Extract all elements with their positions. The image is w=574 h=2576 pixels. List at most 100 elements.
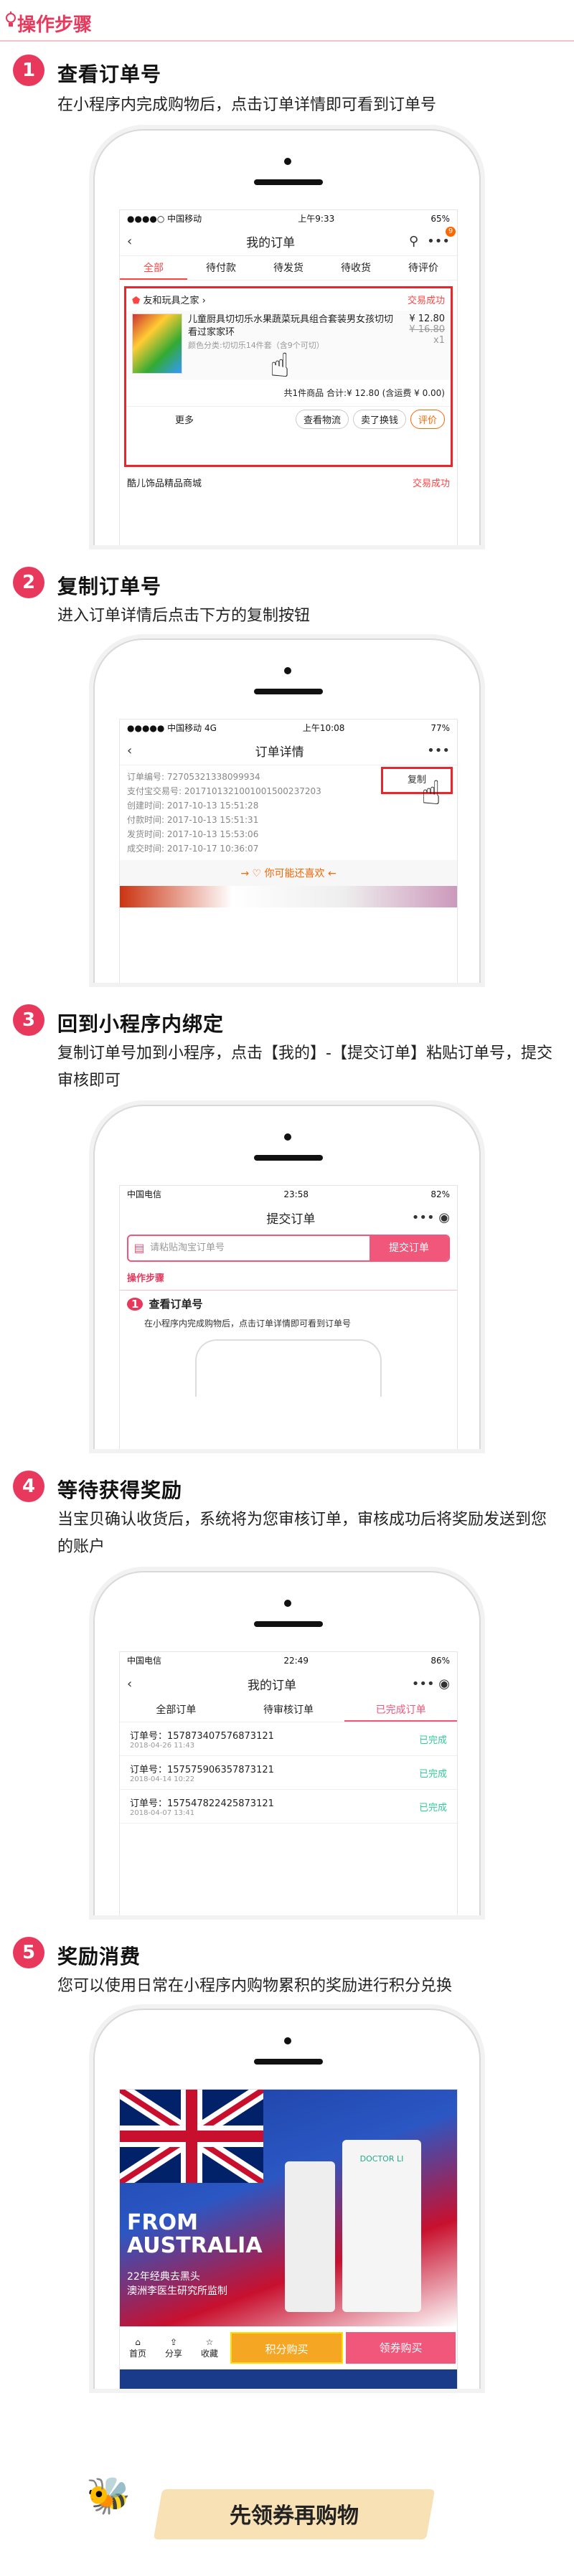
- phone-screen: FROM AUSTRALIA 22年经典去黑头 澳洲李医生研究所监制 DOCTO…: [119, 2089, 458, 2389]
- page-title: 操作步骤: [17, 14, 93, 36]
- nav-bar: ‹ 订单详情 •••: [120, 737, 457, 765]
- coupon-buy-button[interactable]: 领券购买: [346, 2332, 456, 2364]
- tab-completed[interactable]: 已完成订单: [344, 1698, 457, 1722]
- nav-title: 提交订单: [266, 1212, 316, 1227]
- speaker: [254, 689, 323, 694]
- detail-row: 成交时间: 2017-10-17 10:36:07: [127, 844, 259, 854]
- pointer-hand-icon: ☝: [270, 346, 291, 384]
- product-price: ¥ 12.80: [409, 313, 445, 324]
- order-row[interactable]: 订单号：157873407576873121 2018-04-26 11:43 已完…: [120, 1722, 457, 1756]
- favorite-tab[interactable]: ☆ 收藏: [192, 2337, 227, 2359]
- tab-all-orders[interactable]: 全部订单: [120, 1698, 232, 1722]
- tab-pending-ship[interactable]: 待发货: [255, 256, 322, 280]
- order-row[interactable]: 订单号：157547822425873121 2018-04-07 13:41 已完…: [120, 1790, 457, 1824]
- view-logistics-button[interactable]: 查看物流: [295, 410, 349, 429]
- recommend-divider: → ♡ 你可能还喜欢 ←: [120, 860, 457, 886]
- lightbulb-icon: [6, 11, 16, 27]
- speaker: [254, 1155, 323, 1161]
- step-title: 查看订单号: [57, 62, 162, 86]
- footer-text[interactable]: 先领券再购物: [172, 2498, 416, 2529]
- points-buy-button[interactable]: 积分购买: [230, 2332, 343, 2364]
- search-icon[interactable]: ⚲: [409, 234, 418, 249]
- pointer-hand-icon: ☝: [420, 773, 441, 812]
- share-tab[interactable]: ⇪ 分享: [156, 2337, 192, 2359]
- step-number: 2: [13, 567, 44, 598]
- step-title: 复制订单号: [57, 575, 162, 598]
- nav-bar: 提交订单 ••• ◉: [120, 1203, 457, 1232]
- mini-step-title: 1 查看订单号: [120, 1291, 457, 1317]
- tab-pending-receive[interactable]: 待收货: [322, 256, 390, 280]
- step-number: 1: [13, 55, 44, 86]
- camera: [284, 1133, 291, 1141]
- shop-name[interactable]: 友和玩具之家: [143, 296, 199, 306]
- back-icon[interactable]: ‹: [127, 234, 132, 249]
- clipboard-icon: ▤: [133, 1241, 145, 1255]
- phone-mockup: ●●●●● 中国移动 4G 上午10:08 77% ‹ 订单详情 ••• 订单编号:…: [93, 638, 481, 983]
- nav-title: 我的订单: [247, 1678, 296, 1693]
- mini-step-desc: 在小程序内完成购物后，点击订单详情即可看到订单号: [144, 1318, 352, 1329]
- step-desc: 复制订单号加到小程序，点击【我的】-【提交订单】粘贴订单号，提交审核即可: [57, 1044, 552, 1090]
- back-icon[interactable]: ‹: [127, 743, 132, 758]
- shop-name-2[interactable]: 酷儿饰品精品商城: [127, 476, 202, 489]
- step-2: 2 复制订单号 进入订单详情后点击下方的复制按钮 ●●●●● 中国移动 4G 上午…: [0, 567, 574, 983]
- step-5: 5 奖励消费 您可以使用日常在小程序内购物累积的奖励进行积分兑换 FROM AU…: [0, 1937, 574, 2453]
- phone-mockup: ●●●●○ 中国移动 上午9:33 65% ‹ 我的订单 ⚲ ••• 9 全部 待付…: [93, 129, 481, 545]
- phone-mockup: 中国电信 22:49 86% ‹ 我的订单 ••• ◉ 全部订单 待审核订单 已完成…: [93, 1571, 481, 1915]
- phone-screen: 中国电信 23:58 82% 提交订单 ••• ◉ ▤ 请粘贴淘宝订单号 提交订单 …: [119, 1185, 458, 1449]
- phone-screen: ●●●●○ 中国移动 上午9:33 65% ‹ 我的订单 ⚲ ••• 9 全部 待付…: [119, 209, 458, 545]
- status-bar: 中国电信 23:58 82%: [127, 1189, 450, 1199]
- order-status-2: 交易成功: [412, 478, 450, 489]
- bottom-action-bar: ⌂ 首页 ⇪ 分享 ☆ 收藏 积分购买 领券购买: [120, 2326, 457, 2369]
- step-number: 3: [13, 1004, 44, 1036]
- phone-mockup: 中国电信 23:58 82% 提交订单 ••• ◉ ▤ 请粘贴淘宝订单号 提交订单 …: [93, 1105, 481, 1449]
- resell-button[interactable]: 卖了换钱: [352, 410, 406, 429]
- order-number-input[interactable]: 请粘贴淘宝订单号: [150, 1236, 370, 1260]
- mini-steps-title: 操作步骤: [120, 1265, 457, 1291]
- phone-screen: 中国电信 22:49 86% ‹ 我的订单 ••• ◉ 全部订单 待审核订单 已完成…: [119, 1651, 458, 1915]
- order-card-highlight[interactable]: ⬟ 友和玩具之家 › 交易成功 儿童厨具切切乐水果蔬菜玩具组合套装男女孩切切看过…: [124, 286, 453, 467]
- flag-graphic: [120, 2090, 263, 2183]
- tab-pending-review[interactable]: 待评价: [390, 256, 457, 280]
- back-icon[interactable]: ‹: [127, 1676, 132, 1692]
- notification-badge: 9: [446, 227, 456, 237]
- camera: [284, 1600, 291, 1607]
- step-title: 奖励消费: [57, 1945, 141, 1968]
- product-variant: 颜色分类:切切乐14件套（含9个可切）: [188, 341, 324, 350]
- nav-bar: ‹ 我的订单 ••• ◉: [120, 1669, 457, 1698]
- step-desc: 在小程序内完成购物后，点击订单详情即可看到订单号: [57, 96, 437, 114]
- bee-icon: 🐝: [86, 2475, 131, 2516]
- home-tab[interactable]: ⌂ 首页: [120, 2337, 156, 2359]
- camera: [284, 158, 291, 165]
- camera: [284, 667, 291, 674]
- more-icon[interactable]: •••: [427, 743, 450, 758]
- order-detail-list: 订单编号: 72705321338099934 支付宝交易号: 20171013…: [120, 765, 457, 860]
- camera: [284, 2037, 291, 2044]
- page-header: 操作步骤: [0, 0, 574, 43]
- tab-all[interactable]: 全部: [120, 256, 187, 280]
- copy-button[interactable]: 复制: [381, 767, 453, 794]
- detail-row: 发货时间: 2017-10-13 15:53:06: [127, 829, 259, 839]
- more-icon[interactable]: ••• 9: [427, 227, 456, 249]
- tab-pending-review[interactable]: 待审核订单: [232, 1698, 345, 1722]
- submit-order-button[interactable]: 提交订单: [370, 1236, 448, 1260]
- detail-row: 创建时间: 2017-10-13 15:51:28: [127, 801, 259, 811]
- product-name[interactable]: 儿童厨具切切乐水果蔬菜玩具组合套装男女孩切切看过家家环: [188, 313, 396, 339]
- order-tabs: 全部 待付款 待发货 待收货 待评价: [120, 256, 457, 280]
- more-link[interactable]: 更多: [132, 412, 194, 426]
- tab-pending-pay[interactable]: 待付款: [187, 256, 255, 280]
- footer-banner: 🐝 先领券再购物: [0, 2453, 574, 2576]
- nav-title: 订单详情: [255, 745, 304, 760]
- product-orig-price: ¥ 16.80: [409, 324, 445, 335]
- speaker: [254, 179, 323, 185]
- step-number: 4: [13, 1471, 44, 1502]
- step-3: 3 回到小程序内绑定 复制订单号加到小程序，点击【我的】-【提交订单】粘贴订单号…: [0, 1004, 574, 1449]
- product-thumbnail[interactable]: [132, 313, 182, 374]
- order-row[interactable]: 订单号：157575906357873121 2018-04-14 10:22 已完…: [120, 1756, 457, 1790]
- more-icon[interactable]: ••• ◉: [412, 1676, 450, 1692]
- product-bottle: [285, 2161, 335, 2312]
- detail-row: 付款时间: 2017-10-13 15:51:31: [127, 815, 259, 825]
- banner-headline: FROM AUSTRALIA: [127, 2210, 263, 2258]
- review-button[interactable]: 评价: [410, 410, 445, 429]
- more-icon[interactable]: ••• ◉: [412, 1210, 450, 1225]
- status-bar: ●●●●○ 中国移动 上午9:33 65%: [127, 214, 450, 224]
